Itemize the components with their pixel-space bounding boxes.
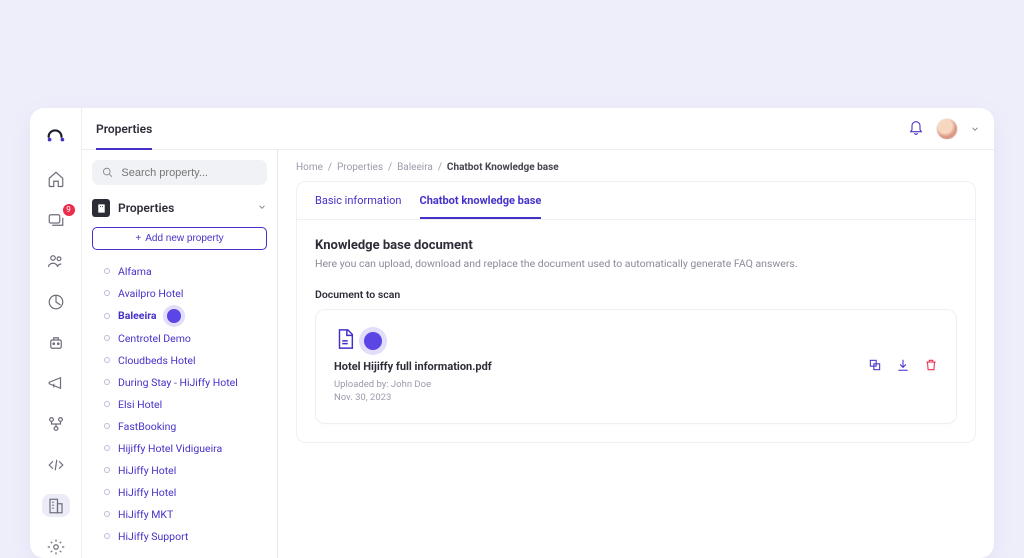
tab-basic-information[interactable]: Basic information	[315, 194, 402, 219]
file-icon	[334, 328, 356, 354]
bell-icon[interactable]	[908, 119, 924, 139]
plus-icon: +	[135, 233, 141, 244]
property-label: Cloudbeds Hotel	[118, 354, 196, 367]
document-name: Hotel Hijiffy full information.pdf	[334, 360, 492, 373]
properties-list: Alfama Availpro Hotel Baleeira Centrotel…	[92, 260, 267, 547]
user-menu-chevron-icon[interactable]	[970, 119, 980, 138]
nav-properties-icon[interactable]	[42, 494, 70, 517]
property-item[interactable]: Alfama	[92, 260, 267, 282]
search-input[interactable]	[121, 167, 257, 179]
property-item[interactable]: HiJiffy MKT	[92, 503, 267, 525]
property-label: During Stay - HiJiffy Hotel	[118, 376, 238, 389]
property-item[interactable]: FastBooking	[92, 415, 267, 437]
content-area: Properties Properties	[82, 108, 994, 558]
property-label: Centrotel Demo	[118, 332, 191, 345]
property-label: HiJiffy Support	[118, 530, 188, 543]
document-meta: Uploaded by: John Doe Nov. 30, 2023	[334, 379, 492, 405]
property-item[interactable]: HiJiffy Hotel	[92, 481, 267, 503]
nav-rail: 9	[30, 108, 82, 558]
property-item[interactable]: HiJiffy Support	[92, 525, 267, 547]
kb-section-label: Document to scan	[315, 288, 957, 301]
highlight-pulse-icon	[364, 332, 382, 350]
search-icon	[102, 166, 113, 179]
property-item[interactable]: Hijiffy Hotel Vidigueira	[92, 437, 267, 459]
app-window: 9 Properties	[30, 108, 994, 558]
topbar: Properties	[82, 108, 994, 150]
property-item-selected[interactable]: Baleeira	[92, 304, 267, 327]
nav-integrations-icon[interactable]	[42, 413, 70, 436]
property-item[interactable]: Cloudbeds Hotel	[92, 349, 267, 371]
property-label: Alfama	[118, 265, 152, 278]
replace-icon[interactable]	[868, 357, 882, 376]
add-property-button[interactable]: + Add new property	[92, 227, 267, 250]
nav-contacts-icon[interactable]	[42, 250, 70, 273]
property-item[interactable]: During Stay - HiJiffy Hotel	[92, 371, 267, 393]
crumb-property[interactable]: Baleeira	[397, 162, 433, 173]
document-uploader: Uploaded by: John Doe	[334, 379, 492, 392]
tab-knowledge-base[interactable]: Chatbot knowledge base	[420, 194, 542, 219]
kb-subtitle: Here you can upload, download and replac…	[315, 257, 957, 270]
content-card: Basic information Chatbot knowledge base…	[296, 181, 976, 443]
user-avatar[interactable]	[936, 118, 958, 140]
document-date: Nov. 30, 2023	[334, 392, 492, 405]
delete-icon[interactable]	[924, 357, 938, 376]
nav-code-icon[interactable]	[42, 454, 70, 477]
building-icon	[92, 199, 110, 217]
nav-automations-icon[interactable]	[42, 331, 70, 354]
property-label: Elsi Hotel	[118, 398, 162, 411]
property-item[interactable]: Centrotel Demo	[92, 327, 267, 349]
property-label: FastBooking	[118, 420, 176, 433]
main-panel: Home / Properties / Baleeira / Chatbot K…	[278, 150, 994, 558]
panel-heading[interactable]: Properties	[92, 199, 267, 217]
property-label: HiJiffy MKT	[118, 508, 173, 521]
property-label: Availpro Hotel	[118, 287, 183, 300]
panel-heading-label: Properties	[118, 201, 174, 215]
brand-logo-icon	[45, 124, 67, 150]
inbox-badge: 9	[63, 204, 75, 216]
property-label: HiJiffy Hotel	[118, 464, 176, 477]
crumb-current: Chatbot Knowledge base	[447, 162, 559, 173]
download-icon[interactable]	[896, 357, 910, 376]
nav-inbox-icon[interactable]: 9	[42, 209, 70, 232]
document-row: Hotel Hijiffy full information.pdf Uploa…	[315, 309, 957, 424]
kb-title: Knowledge base document	[315, 238, 957, 253]
breadcrumb: Home / Properties / Baleeira / Chatbot K…	[296, 162, 976, 173]
chevron-down-icon	[257, 201, 267, 215]
nav-settings-icon[interactable]	[42, 535, 70, 558]
nav-home-icon[interactable]	[42, 168, 70, 191]
add-property-label: Add new property	[145, 233, 223, 244]
search-input-wrap[interactable]	[92, 160, 267, 185]
property-item[interactable]: HiJiffy Hotel	[92, 459, 267, 481]
properties-sidepanel: Properties + Add new property Alfama Ava…	[82, 150, 278, 558]
nav-analytics-icon[interactable]	[42, 290, 70, 313]
property-label: Hijiffy Hotel Vidigueira	[118, 442, 222, 455]
highlight-pulse-icon	[167, 309, 181, 323]
topbar-title: Properties	[96, 122, 152, 150]
property-label: HiJiffy Hotel	[118, 486, 176, 499]
property-item[interactable]: Elsi Hotel	[92, 393, 267, 415]
nav-campaigns-icon[interactable]	[42, 372, 70, 395]
crumb-properties[interactable]: Properties	[337, 162, 383, 173]
crumb-home[interactable]: Home	[296, 162, 323, 173]
property-label: Baleeira	[118, 309, 157, 322]
tabs: Basic information Chatbot knowledge base	[297, 182, 975, 220]
property-item[interactable]: Availpro Hotel	[92, 282, 267, 304]
